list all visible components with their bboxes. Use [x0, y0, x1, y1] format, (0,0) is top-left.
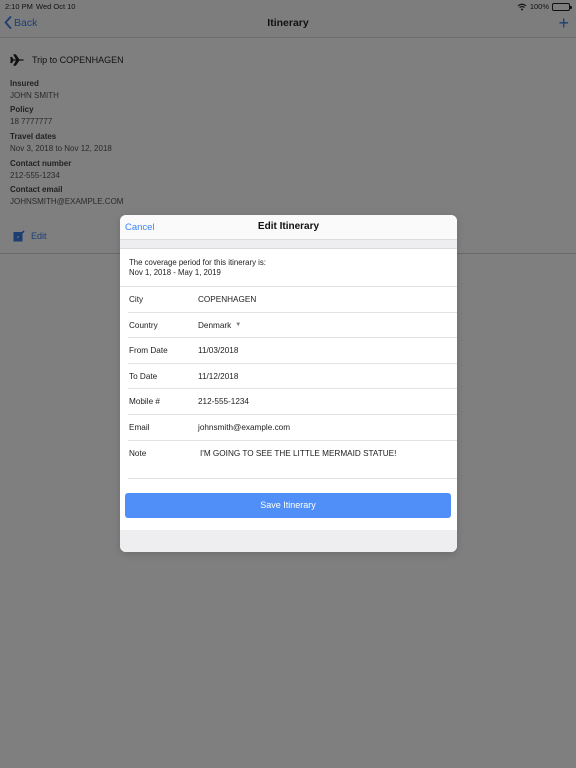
trip-header: Trip to COPENHAGEN — [10, 54, 124, 66]
from-date-label: From Date — [129, 346, 168, 356]
field-label: Contact number — [10, 159, 72, 168]
field-value: 212-555-1234 — [10, 171, 60, 180]
note-input[interactable]: I'M GOING TO SEE THE LITTLE MERMAID STAT… — [200, 449, 396, 458]
email-label: Email — [129, 422, 150, 432]
travel-dates-field: Travel dates Nov 3, 2018 to Nov 12, 2018 — [10, 132, 112, 153]
modal-header: Cancel Edit Itinerary — [120, 215, 457, 240]
add-button[interactable]: + — [558, 13, 569, 34]
mobile-label: Mobile # — [129, 397, 160, 407]
field-value: JOHN SMITH — [10, 91, 59, 100]
field-label: Insured — [10, 79, 39, 88]
edit-label: Edit — [31, 231, 47, 241]
status-right: 100% — [517, 2, 572, 11]
field-label: Contact email — [10, 185, 63, 194]
insured-field: Insured JOHN SMITH — [10, 79, 59, 100]
battery-icon — [552, 2, 572, 11]
coverage-dates: Nov 1, 2018 - May 1, 2019 — [129, 268, 221, 278]
to-date-input[interactable]: 11/12/2018 — [198, 372, 238, 381]
airplane-icon — [10, 54, 24, 66]
country-select[interactable]: Denmark ▼ — [198, 321, 241, 330]
to-date-row[interactable]: To Date 11/12/2018 — [128, 364, 457, 390]
email-input[interactable]: johnsmith@example.com — [198, 423, 290, 432]
status-bar: 2:10 PM Wed Oct 10 100% — [0, 0, 576, 12]
note-label: Note — [129, 448, 147, 458]
wifi-icon — [517, 3, 527, 10]
mobile-row[interactable]: Mobile # 212-555-1234 — [128, 389, 457, 415]
policy-field: Policy 18 7777777 — [10, 105, 52, 126]
country-row[interactable]: Country Denmark ▼ — [128, 313, 457, 339]
status-date: Wed Oct 10 — [36, 2, 76, 11]
email-row[interactable]: Email johnsmith@example.com — [128, 415, 457, 441]
note-row[interactable]: Note I'M GOING TO SEE THE LITTLE MERMAID… — [128, 441, 457, 479]
modal-footer — [120, 530, 457, 552]
to-date-label: To Date — [129, 371, 158, 381]
section-separator — [120, 240, 457, 249]
trip-title: Trip to COPENHAGEN — [32, 55, 124, 65]
country-value: Denmark — [198, 320, 232, 330]
city-row[interactable]: City COPENHAGEN — [128, 287, 457, 313]
save-itinerary-button[interactable]: Save Itinerary — [125, 492, 451, 518]
status-time: 2:10 PM — [5, 2, 33, 11]
dropdown-caret-icon: ▼ — [235, 321, 242, 328]
mobile-input[interactable]: 212-555-1234 — [198, 397, 249, 406]
nav-title: Itinerary — [267, 17, 309, 29]
field-value: JOHNSMITH@EXAMPLE.COM — [10, 197, 124, 206]
coverage-label: The coverage period for this itinerary i… — [129, 258, 266, 267]
country-label: Country — [129, 320, 158, 330]
edit-button[interactable]: Edit — [13, 230, 47, 242]
from-date-row[interactable]: From Date 11/03/2018 — [128, 338, 457, 364]
from-date-input[interactable]: 11/03/2018 — [198, 346, 238, 355]
contact-email-field: Contact email JOHNSMITH@EXAMPLE.COM — [10, 185, 123, 206]
plus-icon: + — [558, 13, 569, 33]
modal-title: Edit Itinerary — [257, 221, 320, 232]
save-section: Save Itinerary — [120, 479, 457, 531]
battery-percent: 100% — [529, 2, 549, 11]
edit-icon — [13, 230, 25, 242]
city-input[interactable]: COPENHAGEN — [198, 295, 256, 304]
contact-number-field: Contact number 212-555-1234 — [10, 159, 71, 180]
field-value: Nov 3, 2018 to Nov 12, 2018 — [10, 144, 112, 153]
field-label: Policy — [10, 105, 34, 114]
edit-itinerary-modal: Cancel Edit Itinerary The coverage perio… — [120, 215, 457, 552]
coverage-period: The coverage period for this itinerary i… — [120, 249, 457, 287]
field-value: 18 7777777 — [10, 117, 53, 126]
field-label: Travel dates — [10, 132, 57, 141]
nav-bar: Back Itinerary + — [0, 12, 576, 38]
city-label: City — [129, 295, 144, 304]
